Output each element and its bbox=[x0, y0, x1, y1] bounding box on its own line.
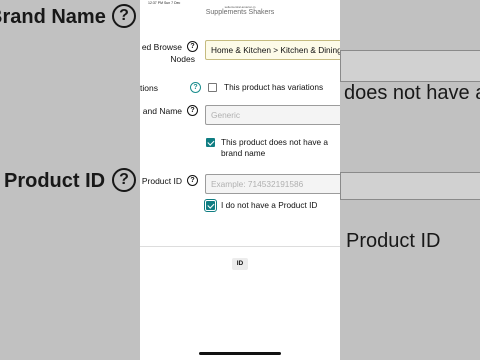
bg-input-2 bbox=[340, 172, 480, 200]
no-brand-checkbox[interactable] bbox=[206, 138, 215, 147]
home-indicator[interactable] bbox=[199, 352, 281, 355]
brand-name-label: and Name bbox=[142, 106, 182, 116]
bg-product-id-text: Product ID bbox=[4, 170, 106, 192]
clipped-heading: Supplements Shakers bbox=[205, 9, 275, 16]
background-right-blur: does not have a Product ID bbox=[340, 0, 480, 360]
background-left-blur: Brand Name ? Product ID ? bbox=[0, 0, 140, 360]
help-icon[interactable]: ? bbox=[190, 82, 201, 93]
variations-checkbox-label: This product has variations bbox=[224, 82, 324, 92]
bg-brand-name-text: Brand Name bbox=[0, 6, 106, 28]
browse-nodes-label-2: Nodes bbox=[170, 54, 195, 64]
no-brand-label-1: This product does not have a bbox=[221, 137, 329, 147]
no-product-id-label: I do not have a Product ID bbox=[221, 200, 318, 210]
product-id-label: Product ID bbox=[141, 176, 182, 186]
help-icon[interactable]: ? bbox=[187, 41, 198, 52]
bg-input bbox=[340, 50, 480, 82]
brand-name-input[interactable]: Generic bbox=[205, 105, 340, 125]
browse-nodes-input[interactable]: Home & Kitchen > Kitchen & Dining bbox=[205, 40, 340, 60]
id-chip[interactable]: ID bbox=[232, 258, 248, 270]
bg-help-icon: ? bbox=[112, 4, 136, 28]
variations-checkbox[interactable] bbox=[208, 83, 217, 92]
bg-help-icon-2: ? bbox=[112, 168, 136, 192]
browse-nodes-label-1: ed Browse bbox=[141, 42, 182, 52]
help-icon[interactable]: ? bbox=[187, 105, 198, 116]
no-brand-label-2: brand name bbox=[221, 148, 266, 158]
help-icon[interactable]: ? bbox=[187, 175, 198, 186]
phone-screen: 12:37 PM Sun 7 Dec sellercentral.amazon.… bbox=[140, 0, 340, 360]
bg-does-not-have-text: does not have a bbox=[344, 82, 480, 104]
variations-label: Variations bbox=[140, 83, 158, 93]
product-id-input[interactable]: Example: 714532191586 bbox=[205, 174, 340, 194]
no-product-id-checkbox[interactable] bbox=[204, 199, 217, 212]
bg-product-id-text-right: Product ID bbox=[346, 230, 441, 252]
